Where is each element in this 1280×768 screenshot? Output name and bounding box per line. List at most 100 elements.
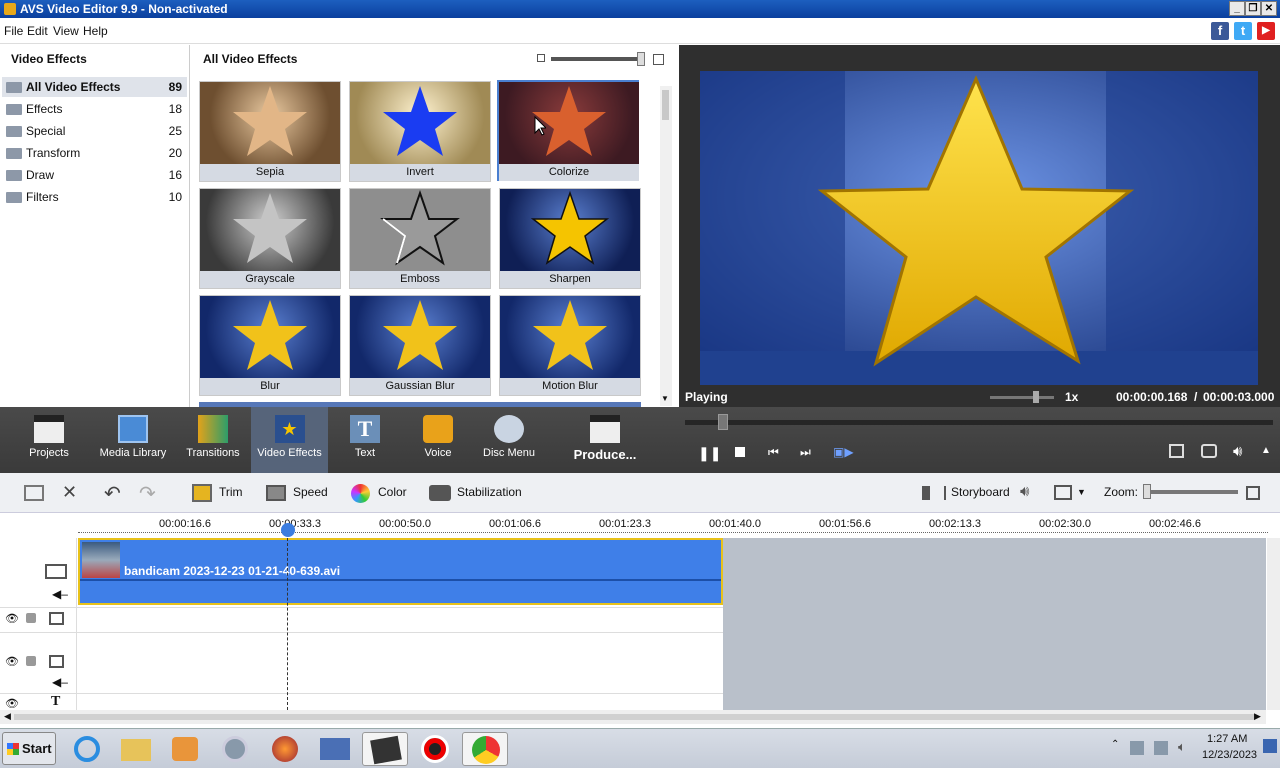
fit-timeline-icon[interactable] — [1246, 486, 1260, 500]
playhead-marker[interactable] — [281, 523, 295, 537]
volume-slider-handle[interactable] — [1033, 391, 1039, 403]
speaker-icon[interactable]: 🔈︎ — [1178, 739, 1186, 755]
category-special[interactable]: Special 25 — [2, 121, 187, 141]
internet-explorer-icon[interactable] — [64, 732, 110, 766]
keyboard-app-icon[interactable] — [312, 732, 358, 766]
effect-blur[interactable]: Blur — [199, 295, 341, 396]
category-effects[interactable]: Effects 18 — [2, 99, 187, 119]
undo-icon[interactable]: ↶ — [104, 481, 121, 506]
show-desktop-icon[interactable] — [1263, 739, 1277, 753]
display-dropdown-icon[interactable]: ▼ — [1077, 487, 1086, 497]
effect-sharpen[interactable]: Sharpen — [499, 188, 641, 289]
snapshot-icon[interactable] — [1201, 444, 1217, 458]
ruler-tick: 00:02:13.3 — [929, 518, 981, 530]
thumb-size-slider[interactable] — [551, 57, 643, 61]
seek-bar[interactable] — [685, 420, 1273, 425]
toolbar-video-effects[interactable]: ★ Video Effects — [251, 407, 328, 473]
effect-invert[interactable]: Invert — [349, 81, 491, 182]
audio-mixer-icon[interactable]: 🔊︎ — [1020, 483, 1029, 500]
browser-icon[interactable] — [212, 732, 258, 766]
play-clip-icon[interactable]: ▣▶ — [833, 445, 854, 459]
menu-view[interactable]: View — [53, 24, 79, 38]
effect-colorize[interactable]: Colorize — [497, 80, 639, 181]
file-explorer-icon[interactable] — [113, 732, 159, 766]
audio-track-icon[interactable]: ◀‒ — [52, 587, 68, 601]
category-filters[interactable]: Filters 10 — [2, 187, 187, 207]
stabilization-button[interactable]: Stabilization — [457, 485, 522, 499]
scrollbar-thumb[interactable] — [662, 90, 669, 120]
toolbar-projects[interactable]: Projects — [18, 407, 80, 473]
toolbar-voice[interactable]: Voice — [412, 407, 464, 473]
close-button[interactable]: ✕ — [1261, 1, 1277, 16]
minimize-button[interactable]: _ — [1229, 1, 1245, 16]
effect-sepia[interactable]: Sepia — [199, 81, 341, 182]
youtube-icon[interactable]: ▶ — [1257, 22, 1275, 40]
lock-icon[interactable] — [26, 656, 36, 666]
toolbar-media-library[interactable]: Media Library — [96, 407, 170, 473]
toolbar-transitions[interactable]: Transitions — [184, 407, 242, 473]
redo-icon[interactable]: ↷ — [139, 481, 156, 506]
menu-help[interactable]: Help — [83, 24, 108, 38]
scroll-left-icon[interactable]: ◀ — [4, 711, 11, 722]
seek-handle[interactable] — [717, 414, 728, 430]
zoom-slider-handle[interactable] — [1143, 484, 1151, 499]
category-transform[interactable]: Transform 20 — [2, 143, 187, 163]
slider-handle[interactable] — [637, 52, 645, 66]
video-clip[interactable]: bandicam 2023-12-23 01-21-40-639.avi — [78, 538, 723, 605]
speed-button[interactable]: Speed — [293, 485, 328, 499]
category-draw[interactable]: Draw 16 — [2, 165, 187, 185]
hscroll-thumb[interactable] — [14, 714, 1254, 720]
twitter-icon[interactable]: t — [1234, 22, 1252, 40]
color-button[interactable]: Color — [378, 485, 407, 499]
pause-icon[interactable]: ❚❚ — [698, 445, 721, 462]
bandicam-icon[interactable] — [412, 732, 458, 766]
category-all-video-effects[interactable]: All Video Effects 89 — [2, 77, 187, 97]
effect-emboss[interactable]: Emboss — [349, 188, 491, 289]
eye-icon[interactable]: 👁︎ — [5, 697, 19, 710]
display-mode-icon[interactable] — [1054, 485, 1072, 500]
effects-scrollbar[interactable]: ▼ — [660, 86, 672, 406]
storyboard-button[interactable]: Storyboard — [951, 485, 1010, 499]
firefox-icon[interactable] — [262, 732, 308, 766]
eye-icon[interactable]: 👁︎ — [5, 612, 19, 625]
split-icon[interactable] — [24, 485, 44, 501]
volume-slider[interactable] — [990, 396, 1054, 399]
menu-file[interactable]: File — [4, 24, 23, 38]
facebook-icon[interactable]: f — [1211, 22, 1229, 40]
toolbar-disc-menu[interactable]: Disc Menu — [478, 407, 540, 473]
overlay-audio-icon[interactable]: ◀‒ — [52, 675, 68, 689]
trim-button[interactable]: Trim — [219, 485, 243, 499]
toolbar-text[interactable]: T Text — [339, 407, 391, 473]
eye-icon[interactable]: 👁︎ — [5, 655, 19, 668]
toolbar-produce[interactable]: Produce... — [570, 407, 640, 473]
zoom-slider[interactable] — [1143, 490, 1238, 494]
next-frame-icon[interactable]: ⏭ — [800, 445, 811, 460]
playback-speed[interactable]: 1x — [1065, 390, 1078, 404]
restore-button[interactable]: ❐ — [1245, 1, 1261, 16]
timeline-vscroll[interactable] — [1267, 538, 1280, 710]
lock-icon[interactable] — [26, 613, 36, 623]
action-center-icon[interactable] — [1154, 741, 1168, 755]
effect-gaussian-blur[interactable]: Gaussian Blur — [349, 295, 491, 396]
start-button[interactable]: Start — [2, 732, 56, 765]
avs-video-editor-icon[interactable] — [362, 732, 408, 766]
chrome-icon[interactable] — [462, 732, 508, 766]
stop-icon[interactable] — [735, 447, 745, 457]
scroll-down-icon[interactable]: ▼ — [661, 394, 669, 403]
start-label: Start — [22, 741, 52, 756]
expand-up-icon[interactable]: ▲ — [1261, 445, 1271, 456]
scroll-right-icon[interactable]: ▶ — [1254, 711, 1261, 722]
effect-motion-blur[interactable]: Motion Blur — [499, 295, 641, 396]
delete-icon[interactable]: ✕ — [62, 482, 77, 503]
effect-grayscale[interactable]: Grayscale — [199, 188, 341, 289]
network-icon[interactable] — [1130, 741, 1144, 755]
timeline-ruler[interactable]: 00:00:16.6 00:00:33.3 00:00:50.0 00:01:0… — [0, 514, 1280, 538]
fullscreen-icon[interactable] — [1169, 444, 1184, 458]
previous-frame-icon[interactable]: ⏮ — [768, 445, 779, 460]
volume-icon[interactable]: 🔊︎ — [1233, 443, 1242, 460]
media-player-icon[interactable] — [162, 732, 208, 766]
tray-expand-icon[interactable]: ⌃ — [1111, 739, 1119, 750]
menu-edit[interactable]: Edit — [27, 24, 48, 38]
timeline-hscroll[interactable]: ◀ ▶ — [0, 710, 1266, 724]
video-preview[interactable] — [700, 71, 1258, 385]
